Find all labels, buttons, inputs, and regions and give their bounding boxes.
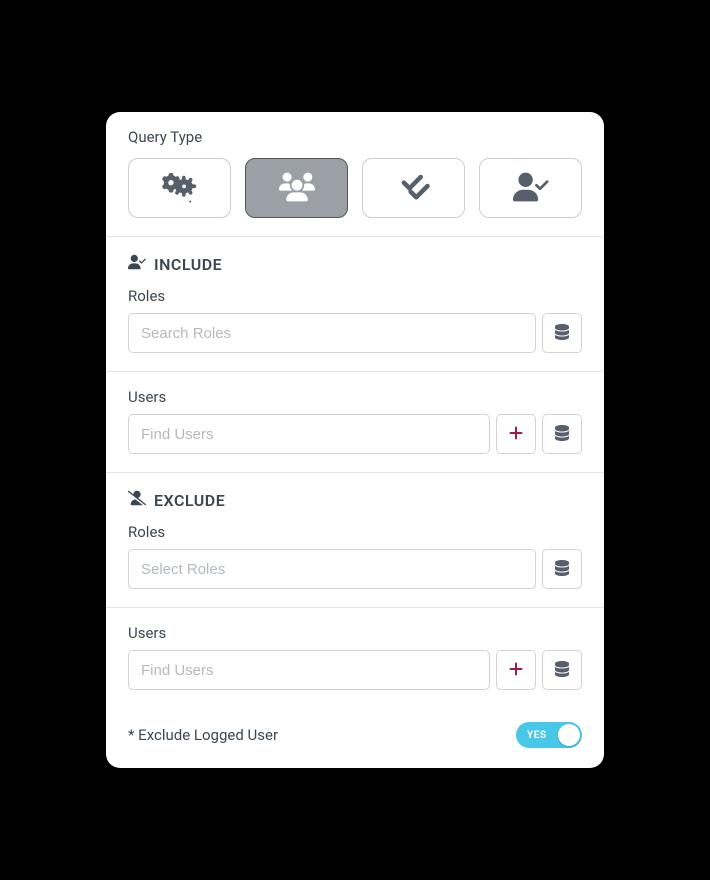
toggle-knob <box>558 724 580 746</box>
database-icon <box>554 324 570 343</box>
query-type-buttons <box>128 158 582 218</box>
plus-icon <box>508 661 524 680</box>
exclude-users-add-button[interactable] <box>496 650 536 690</box>
exclude-users-section: Users <box>106 607 604 708</box>
exclude-users-label: Users <box>128 624 582 642</box>
database-icon <box>554 425 570 444</box>
query-type-label: Query Type <box>128 128 582 146</box>
include-users-add-button[interactable] <box>496 414 536 454</box>
include-users-row <box>128 414 582 454</box>
exclude-heading: EXCLUDE <box>154 491 225 510</box>
include-users-label: Users <box>128 388 582 406</box>
footer-row: * Exclude Logged User YES <box>106 708 604 768</box>
include-heading: INCLUDE <box>154 255 222 274</box>
query-type-settings[interactable] <box>128 158 231 218</box>
database-icon <box>554 560 570 579</box>
include-heading-row: INCLUDE <box>128 253 582 275</box>
exclude-section: EXCLUDE Roles <box>106 472 604 607</box>
users-icon <box>279 169 315 208</box>
query-config-panel: Query Type <box>106 112 604 768</box>
exclude-users-row <box>128 650 582 690</box>
double-check-icon <box>396 169 432 208</box>
include-users-db-button[interactable] <box>542 414 582 454</box>
include-roles-label: Roles <box>128 287 582 305</box>
exclude-users-input[interactable] <box>128 650 490 690</box>
user-check-icon <box>128 253 146 275</box>
query-type-users-group[interactable] <box>245 158 348 218</box>
exclude-logged-user-label: * Exclude Logged User <box>128 726 278 744</box>
exclude-logged-user-toggle[interactable]: YES <box>516 722 582 748</box>
plus-icon <box>508 425 524 444</box>
include-roles-db-button[interactable] <box>542 313 582 353</box>
query-type-user-check[interactable] <box>479 158 582 218</box>
database-icon <box>554 661 570 680</box>
user-check-icon <box>513 169 549 208</box>
exclude-roles-row <box>128 549 582 589</box>
include-roles-input[interactable] <box>128 313 536 353</box>
query-type-double-check[interactable] <box>362 158 465 218</box>
exclude-roles-input[interactable] <box>128 549 536 589</box>
include-roles-row <box>128 313 582 353</box>
exclude-roles-label: Roles <box>128 523 582 541</box>
gears-icon <box>162 169 198 208</box>
toggle-on-label: YES <box>527 730 546 741</box>
user-slash-icon <box>128 489 146 511</box>
exclude-roles-db-button[interactable] <box>542 549 582 589</box>
query-type-section: Query Type <box>106 112 604 236</box>
include-section: INCLUDE Roles <box>106 236 604 371</box>
include-users-section: Users <box>106 371 604 472</box>
exclude-users-db-button[interactable] <box>542 650 582 690</box>
include-users-input[interactable] <box>128 414 490 454</box>
exclude-heading-row: EXCLUDE <box>128 489 582 511</box>
